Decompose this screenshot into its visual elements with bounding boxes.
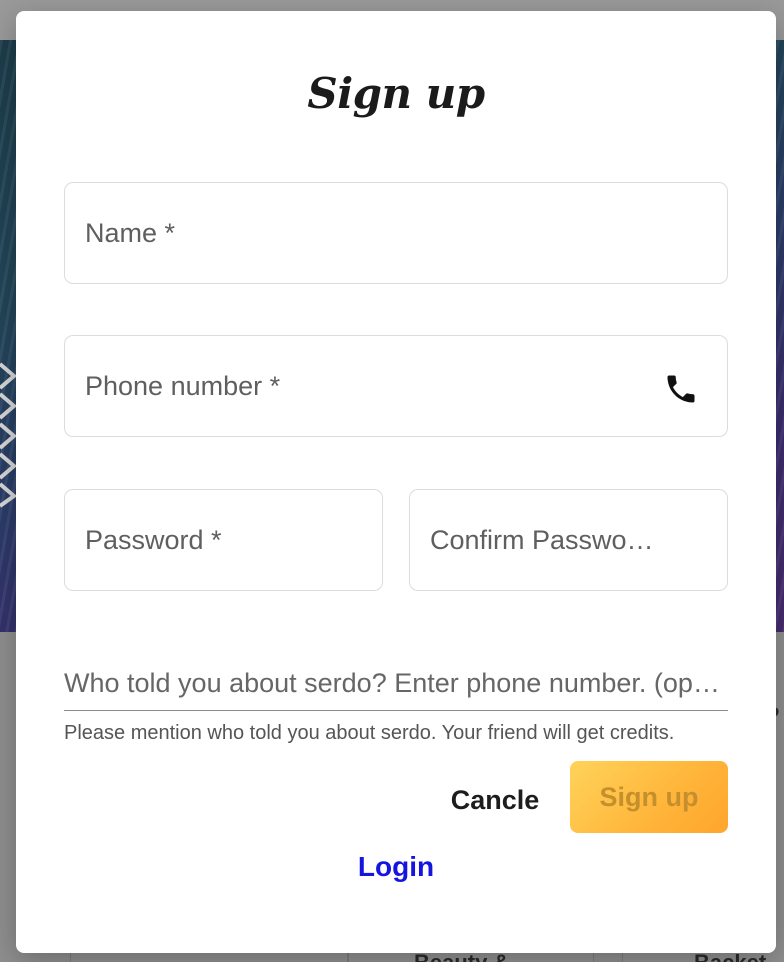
phone-input[interactable] xyxy=(85,336,647,436)
name-input[interactable] xyxy=(85,183,707,283)
signup-button[interactable]: Sign up xyxy=(570,761,728,833)
cancel-button[interactable]: Cancle xyxy=(436,773,554,827)
name-field xyxy=(64,182,728,284)
referral-field xyxy=(64,665,728,711)
signup-modal: Sign up Please mention who told you abou… xyxy=(16,11,776,953)
page: Beauty & Backet e Sign up Please mention… xyxy=(0,0,784,962)
background-chevron-pattern xyxy=(0,362,16,508)
confirm-password-field xyxy=(409,489,728,591)
referral-helper-text: Please mention who told you about serdo.… xyxy=(64,722,675,744)
phone-icon xyxy=(667,375,695,403)
password-field xyxy=(64,489,383,591)
referral-phone-input[interactable] xyxy=(64,665,728,702)
password-input[interactable] xyxy=(85,490,362,590)
modal-title: Sign up xyxy=(307,69,485,118)
login-link[interactable]: Login xyxy=(16,851,776,883)
phone-field xyxy=(64,335,728,437)
confirm-password-input[interactable] xyxy=(430,490,707,590)
